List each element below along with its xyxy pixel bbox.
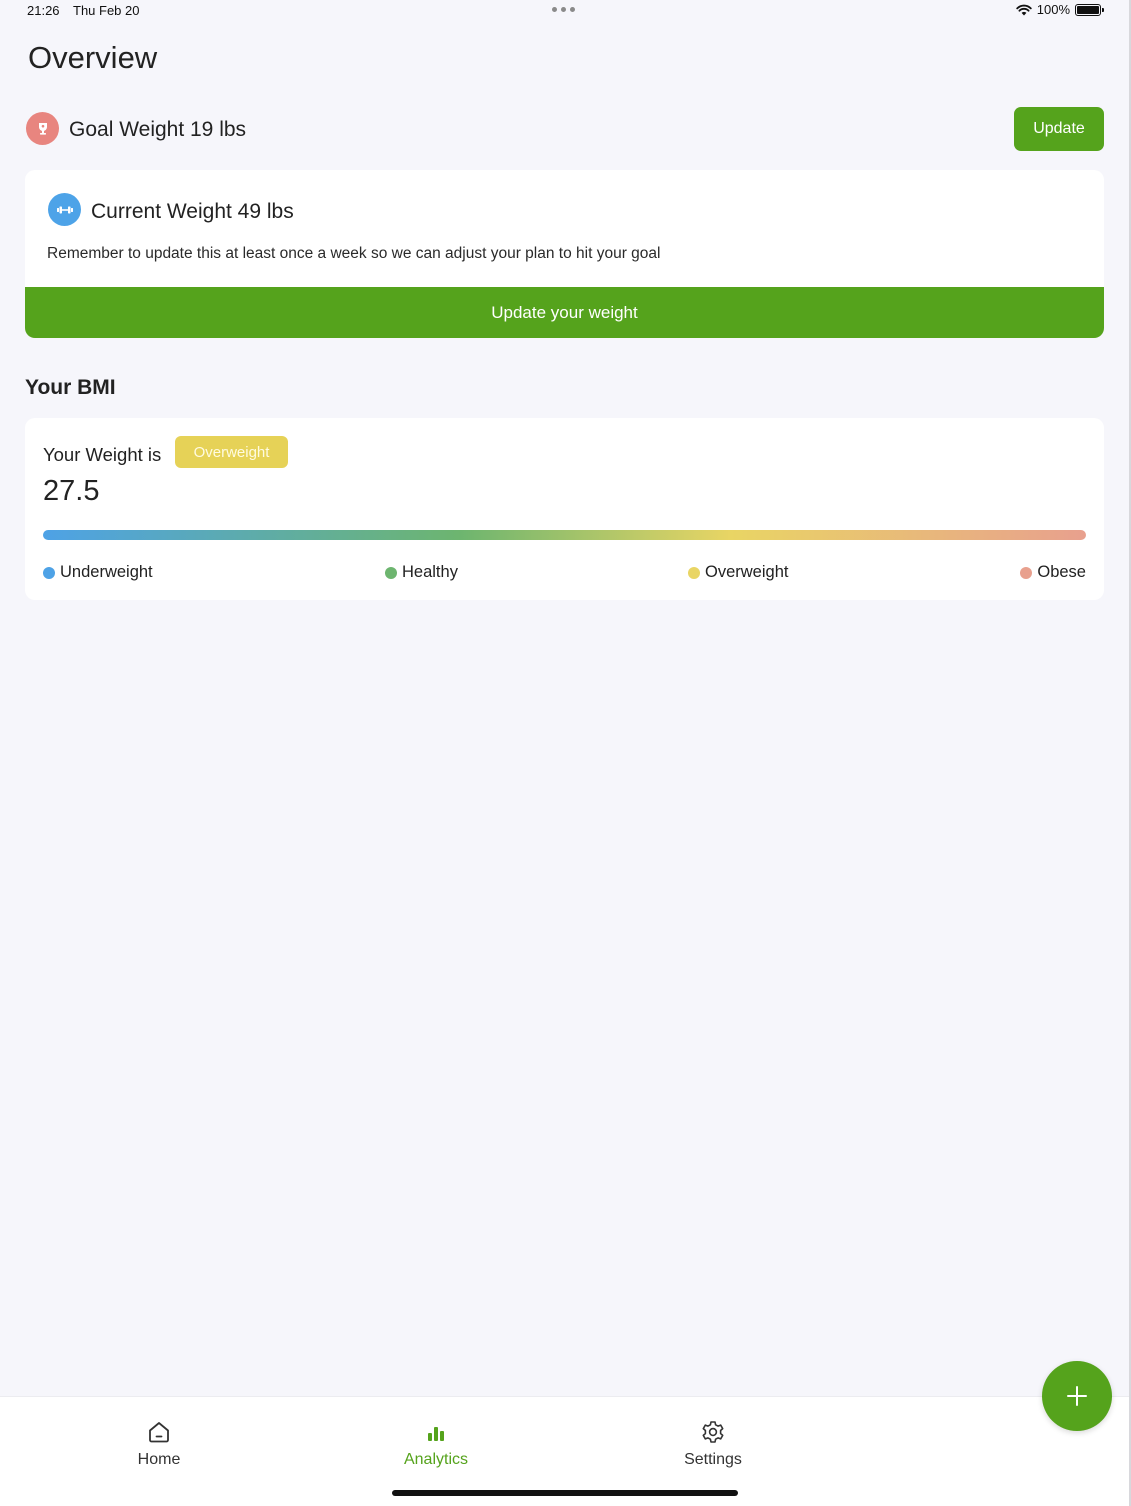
tab-analytics-label: Analytics [403,1451,469,1468]
gear-icon [702,1421,724,1443]
tab-home[interactable]: Home [99,1419,219,1469]
plus-icon [1067,1386,1087,1406]
status-time: 21:26 [27,3,60,18]
status-date: Thu Feb 20 [73,3,140,18]
status-right: 100% [1016,2,1104,17]
bar-chart-icon [428,1427,444,1441]
legend-label-overweight: Overweight [705,563,789,581]
legend-label-underweight: Underweight [60,563,153,581]
legend-label-obese: Obese [1037,563,1086,581]
legend-dot-obese [1020,566,1033,579]
tab-home-label: Home [137,1451,181,1468]
legend-label-healthy: Healthy [402,563,458,581]
bmi-status-badge: Overweight [175,436,288,468]
legend-item-underweight: Underweight [43,563,153,582]
update-goal-button[interactable]: Update [1014,107,1104,151]
bmi-legend: Underweight Healthy Overweight Obese [43,563,1086,583]
goal-weight-label: Goal Weight 19 lbs [69,118,247,141]
bmi-card: Your Weight is Overweight 27.5 Underweig… [25,418,1104,600]
bmi-weight-label: Your Weight is [43,444,162,465]
battery-percent: 100% [1036,2,1070,17]
dumbbell-icon [48,193,81,226]
tab-analytics[interactable]: Analytics [376,1419,496,1469]
legend-dot-overweight [688,566,700,579]
home-indicator[interactable] [392,1490,738,1496]
home-icon [149,1422,169,1443]
legend-item-overweight: Overweight [688,563,788,582]
tab-settings[interactable]: Settings [653,1419,773,1469]
legend-item-healthy: Healthy [385,563,458,582]
bmi-value: 27.5 [43,475,100,507]
update-reminder-text: Remember to update this at least once a … [47,245,661,262]
battery-icon [1075,3,1104,16]
legend-item-obese: Obese [1020,563,1086,582]
trophy-icon [26,112,59,145]
multitasking-dots-icon[interactable] [552,7,575,12]
add-entry-button[interactable] [1042,1361,1112,1431]
update-weight-button[interactable]: Update your weight [25,287,1104,338]
bmi-scale-bar [43,530,1086,540]
tab-settings-label: Settings [684,1451,742,1468]
legend-dot-healthy [385,566,397,579]
legend-dot-underweight [43,566,55,579]
page-title: Overview [28,40,158,75]
bmi-heading: Your BMI [25,376,116,399]
current-weight-card: Current Weight 49 lbs Remember to update… [25,170,1104,338]
status-bar: 21:26 Thu Feb 20 100% [0,0,1131,22]
goal-weight-row: Goal Weight 19 lbs Update [26,107,1104,151]
current-weight-label: Current Weight 49 lbs [91,200,294,223]
wifi-icon [1016,4,1032,15]
